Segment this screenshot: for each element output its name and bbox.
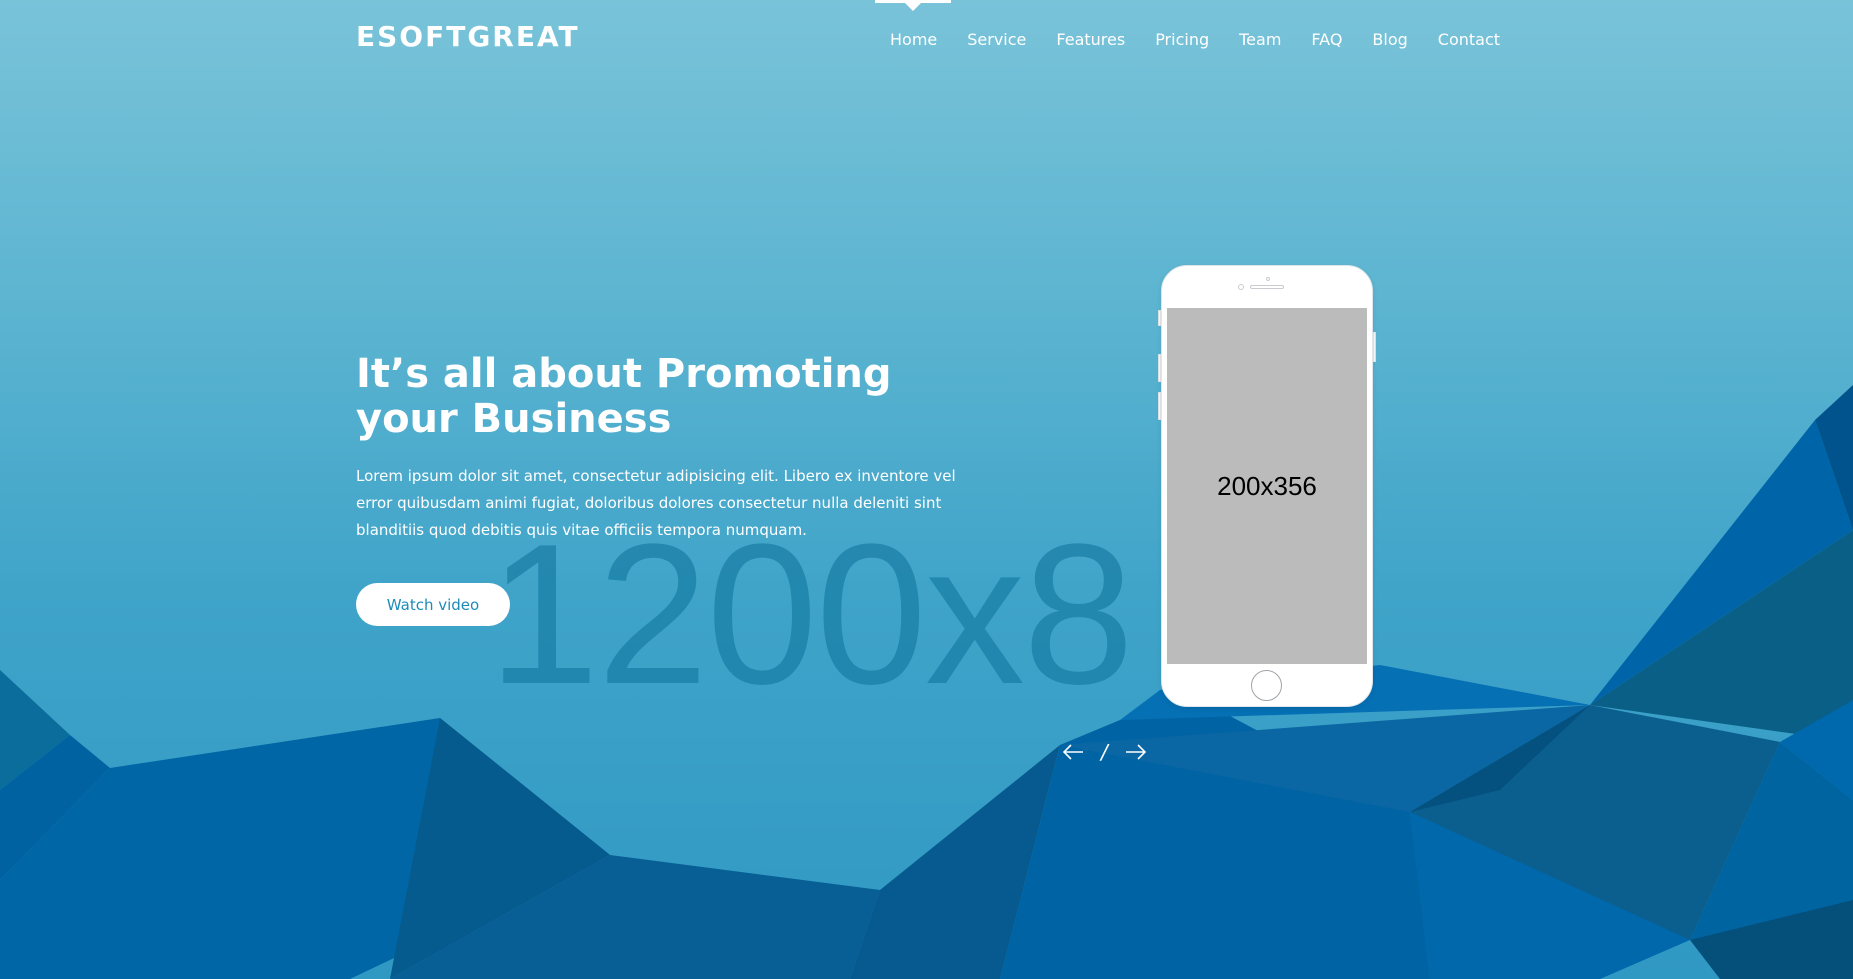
nav-features[interactable]: Features (1041, 30, 1140, 49)
nav-team[interactable]: Team (1224, 30, 1296, 49)
hero-title: It’s all about Promoting your Business (356, 351, 892, 442)
phone-volume-down (1158, 392, 1161, 420)
arrow-right-icon[interactable] (1124, 740, 1148, 764)
site-logo[interactable]: ESOFTGREAT (356, 20, 580, 53)
phone-sensor (1266, 277, 1270, 281)
watch-video-button[interactable]: Watch video (356, 583, 510, 626)
nav-pricing[interactable]: Pricing (1140, 30, 1224, 49)
arrow-left-icon[interactable] (1061, 740, 1085, 764)
phone-mockup: 200x356 (1158, 265, 1376, 707)
nav-home[interactable]: Home (890, 30, 952, 49)
phone-mute-switch (1158, 310, 1161, 326)
phone-home-button (1251, 670, 1282, 701)
nav-service[interactable]: Service (952, 30, 1041, 49)
nav-contact[interactable]: Contact (1423, 30, 1515, 49)
active-nav-indicator (875, 0, 951, 11)
phone-screen-placeholder: 200x356 (1167, 308, 1367, 664)
hero-description: Lorem ipsum dolor sit amet, consectetur … (356, 467, 956, 539)
main-nav: Home Service Features Pricing Team FAQ B… (890, 30, 1515, 49)
phone-speaker (1250, 285, 1284, 289)
slider-separator: / (1101, 740, 1108, 764)
nav-faq[interactable]: FAQ (1296, 30, 1357, 49)
slider-controls: / (1061, 740, 1148, 764)
phone-camera (1238, 284, 1244, 290)
nav-blog[interactable]: Blog (1357, 30, 1422, 49)
phone-volume-up (1158, 354, 1161, 382)
phone-power-button (1373, 332, 1376, 362)
background-image-placeholder: 1200x8 (488, 515, 1134, 715)
